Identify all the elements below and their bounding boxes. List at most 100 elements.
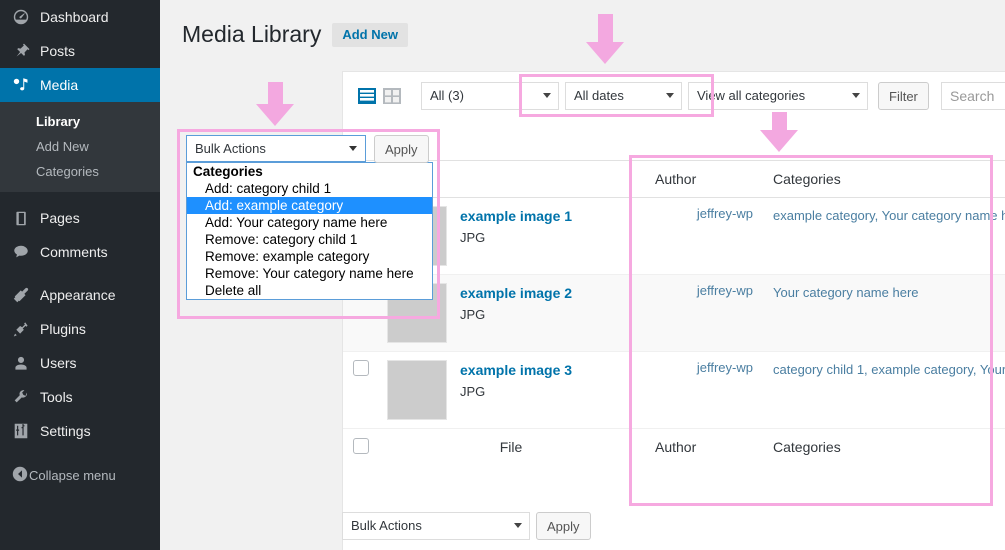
dropdown-group-label: Categories — [187, 163, 432, 180]
sidebar-item-media[interactable]: Media — [0, 68, 160, 102]
sidebar-item-plugins[interactable]: Plugins — [0, 312, 160, 346]
category-links[interactable]: example category, Your category name her… — [773, 208, 1005, 223]
submenu-item-library[interactable]: Library — [0, 109, 160, 134]
add-new-button[interactable]: Add New — [332, 23, 408, 47]
plugins-icon — [11, 319, 31, 339]
list-view-icon[interactable] — [357, 86, 377, 106]
users-icon — [11, 353, 31, 373]
settings-icon — [11, 421, 31, 441]
dropdown-option-delete-all[interactable]: Delete all — [187, 282, 432, 299]
column-header-categories[interactable]: Categories — [763, 161, 1005, 198]
dashboard-icon — [11, 7, 31, 27]
sidebar-item-label: Media — [40, 77, 78, 93]
table-header-row: File Author Categories — [343, 161, 1005, 198]
bulk-actions-bottom-wrap: Bulk Actions — [342, 512, 530, 540]
bulk-actions-row-top — [343, 120, 1005, 160]
date-filter-select[interactable]: All dates — [565, 82, 682, 110]
dropdown-option-remove-your-category-name-here[interactable]: Remove: Your category name here — [187, 265, 432, 282]
arrow-to-category-filter — [586, 14, 624, 64]
sidebar-item-label: Appearance — [40, 287, 116, 303]
apply-button-bottom[interactable]: Apply — [536, 512, 591, 540]
dropdown-option-remove-category-child-1[interactable]: Remove: category child 1 — [187, 231, 432, 248]
media-thumbnail[interactable] — [387, 360, 447, 420]
sidebar-item-dashboard[interactable]: Dashboard — [0, 0, 160, 34]
media-table: File Author Categories — [343, 160, 1005, 466]
category-links[interactable]: Your category name here — [773, 285, 919, 300]
author-link[interactable]: jeffrey-wp — [697, 360, 753, 375]
table-row[interactable]: example image 1 JPG jeffrey-wp example c… — [343, 198, 1005, 275]
submenu-item-add-new[interactable]: Add New — [0, 134, 160, 159]
dropdown-option-add-category-child-1[interactable]: Add: category child 1 — [187, 180, 432, 197]
category-links[interactable]: category child 1, example category, Your… — [773, 362, 1005, 377]
comments-icon — [11, 242, 31, 262]
sidebar-item-tools[interactable]: Tools — [0, 380, 160, 414]
author-link[interactable]: jeffrey-wp — [697, 206, 753, 221]
category-filter-select[interactable]: View all categories — [688, 82, 868, 110]
filter-button[interactable]: Filter — [878, 82, 929, 110]
sidebar-item-settings[interactable]: Settings — [0, 414, 160, 448]
media-title-link[interactable]: example image 1 — [460, 208, 572, 224]
table-row[interactable]: example image 3 JPG jeffrey-wp category … — [343, 352, 1005, 429]
admin-sidebar: Dashboard Posts Media Library Add New Ca… — [0, 0, 160, 550]
categories-cell: Your category name here — [763, 275, 1005, 352]
chevron-down-icon — [349, 146, 357, 151]
sidebar-item-label: Settings — [40, 423, 91, 439]
column-footer-file[interactable]: File — [377, 429, 645, 466]
author-cell: jeffrey-wp — [645, 352, 763, 429]
media-list-panel: All (3) All dates View all categories Fi… — [342, 71, 1005, 550]
table-body: example image 1 JPG jeffrey-wp example c… — [343, 198, 1005, 429]
row-checkbox[interactable] — [353, 360, 369, 376]
table-head: File Author Categories — [343, 161, 1005, 198]
media-title-link[interactable]: example image 2 — [460, 285, 572, 301]
bulk-actions-dropdown-list[interactable]: Categories Add: category child 1 Add: ex… — [186, 162, 433, 300]
appearance-icon — [11, 285, 31, 305]
sidebar-item-pages[interactable]: Pages — [0, 201, 160, 235]
row-checkbox-cell — [343, 352, 377, 429]
arrow-to-categories-column — [760, 112, 798, 152]
dropdown-option-add-example-category[interactable]: Add: example category — [187, 197, 432, 214]
dropdown-option-remove-example-category[interactable]: Remove: example category — [187, 248, 432, 265]
table-row[interactable]: example image 2 JPG jeffrey-wp Your cate… — [343, 275, 1005, 352]
file-cell: example image 3 JPG — [377, 352, 645, 429]
column-header-author[interactable]: Author — [645, 161, 763, 198]
select-all-checkbox-footer[interactable] — [353, 438, 369, 454]
page-wrap: Media Library Add New — [160, 0, 1005, 49]
arrow-to-bulk-actions — [256, 82, 294, 126]
collapse-arrow-icon — [11, 465, 29, 486]
bulk-actions-selected-value: Bulk Actions — [195, 141, 266, 156]
status-filter-select[interactable]: All (3) — [421, 82, 559, 110]
table-footer-row: File Author Categories — [343, 429, 1005, 466]
column-footer-categories[interactable]: Categories — [763, 429, 1005, 466]
grid-view-icon[interactable] — [382, 86, 402, 106]
sidebar-item-label: Dashboard — [40, 9, 109, 25]
dropdown-option-add-your-category-name-here[interactable]: Add: Your category name here — [187, 214, 432, 231]
bulk-actions-row-bottom: Bulk Actions Apply — [342, 508, 591, 544]
media-icon — [11, 75, 31, 95]
sidebar-item-label: Pages — [40, 210, 80, 226]
date-filter-wrap: All dates — [565, 82, 682, 110]
category-filter-wrap: View all categories — [688, 82, 868, 110]
pages-icon — [11, 208, 31, 228]
tools-icon — [11, 387, 31, 407]
search-input[interactable] — [941, 82, 1005, 110]
sidebar-item-users[interactable]: Users — [0, 346, 160, 380]
media-filetype: JPG — [460, 230, 572, 245]
author-link[interactable]: jeffrey-wp — [697, 283, 753, 298]
categories-cell: example category, Your category name her… — [763, 198, 1005, 275]
bulk-actions-select-top[interactable]: Bulk Actions — [186, 135, 366, 162]
media-submenu: Library Add New Categories — [0, 102, 160, 192]
apply-button-top[interactable]: Apply — [374, 135, 429, 163]
categories-cell: category child 1, example category, Your… — [763, 352, 1005, 429]
submenu-item-categories[interactable]: Categories — [0, 159, 160, 184]
sidebar-item-comments[interactable]: Comments — [0, 235, 160, 269]
media-title-link[interactable]: example image 3 — [460, 362, 572, 378]
collapse-menu-button[interactable]: Collapse menu — [0, 458, 160, 492]
column-footer-author[interactable]: Author — [645, 429, 763, 466]
view-switch — [357, 86, 407, 106]
bulk-actions-select-bottom[interactable]: Bulk Actions — [342, 512, 530, 540]
sidebar-item-posts[interactable]: Posts — [0, 34, 160, 68]
sidebar-item-appearance[interactable]: Appearance — [0, 278, 160, 312]
sidebar-item-label: Comments — [40, 244, 108, 260]
select-all-footer — [343, 429, 377, 466]
sidebar-item-label: Posts — [40, 43, 75, 59]
